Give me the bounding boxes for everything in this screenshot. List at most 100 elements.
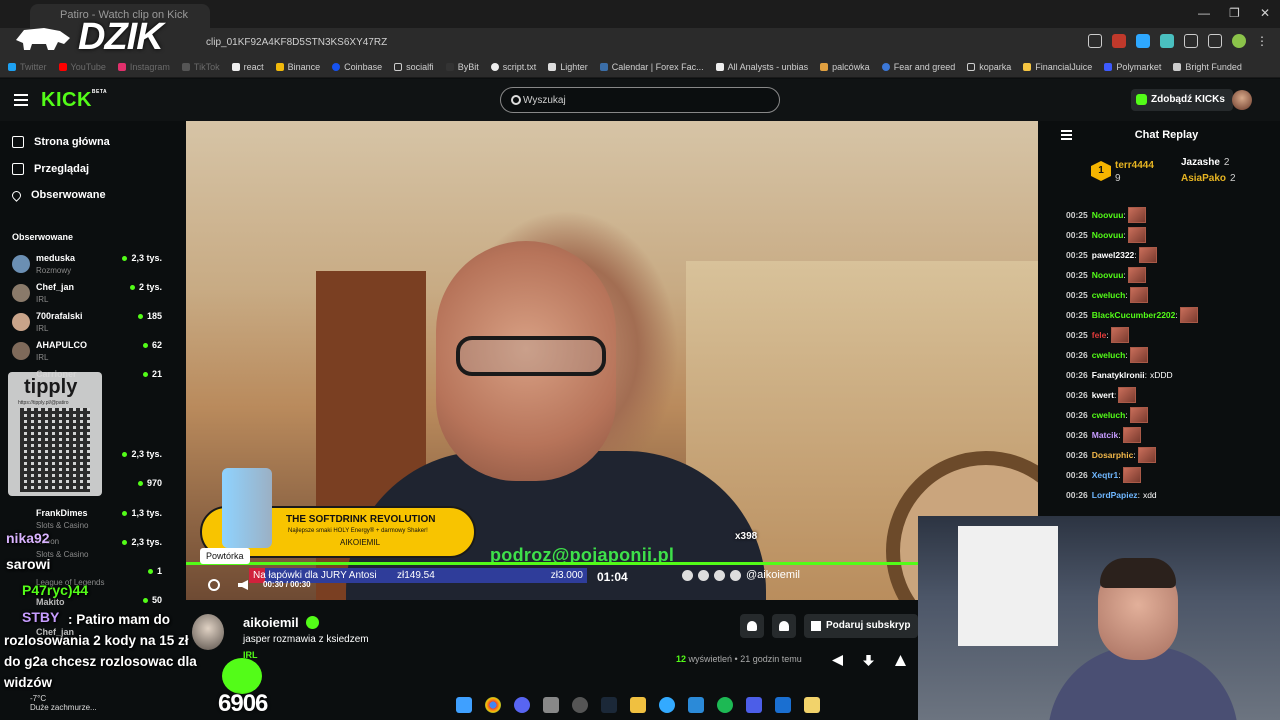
video-progress-bar[interactable] [186, 562, 1038, 565]
discord-icon[interactable] [514, 697, 530, 713]
bookmark[interactable]: Lighter [548, 62, 588, 72]
chat-username[interactable]: Dosarphic [1092, 450, 1134, 460]
chat-timestamp: 00:26 [1066, 490, 1088, 500]
bookmark[interactable]: script.txt [490, 62, 536, 72]
chat-username[interactable]: Noovuu [1092, 230, 1124, 240]
bookmark[interactable]: Fear and greed [881, 62, 955, 72]
chat-emote-icon [1179, 307, 1198, 323]
bookmark[interactable]: All Analysts - unbias [715, 62, 808, 72]
nav-browse[interactable]: Przeglądaj [12, 163, 89, 175]
minimize-icon[interactable]: — [1198, 6, 1210, 20]
video-player[interactable]: THE SOFTDRINK REVOLUTION Najlepsze smaki… [186, 121, 1038, 600]
chat-username[interactable]: fele [1092, 330, 1107, 340]
extension-icon[interactable] [1136, 34, 1150, 48]
chrome-icon[interactable] [485, 697, 501, 713]
bookmark-folder[interactable]: socialfi [394, 62, 434, 72]
extension-icon[interactable] [1112, 34, 1126, 48]
chat-replay-panel: Chat Replay 1 terr4444 9 Jazashe 2 AsiaPa… [1053, 121, 1280, 516]
steam-icon[interactable] [601, 697, 617, 713]
replay-tooltip: Powtórka [200, 548, 250, 564]
app-icon[interactable] [746, 697, 762, 713]
app-icon[interactable] [775, 697, 791, 713]
channel-info: aikoiemil jasper rozmawia z ksiedzem IRL… [186, 600, 918, 690]
spotify-icon[interactable] [717, 697, 733, 713]
chat-username[interactable]: pawel2322 [1092, 250, 1135, 260]
bookmark[interactable]: Polymarket [1104, 62, 1161, 72]
top-gifter[interactable]: Jazashe 2 [1181, 157, 1229, 168]
bookmark[interactable]: Calendar | Forex Fac... [599, 62, 704, 72]
kick-logo[interactable]: KICKBETA [41, 89, 107, 112]
bookmark[interactable]: YouTube [58, 62, 106, 72]
extensions-puzzle-icon[interactable] [1184, 34, 1198, 48]
channel-name[interactable]: aikoiemil [243, 615, 299, 630]
bookmark[interactable]: FinancialJuice [1023, 62, 1092, 72]
chat-username[interactable]: cweluch [1092, 290, 1126, 300]
chat-emote-icon [1118, 387, 1137, 403]
bookmark[interactable]: Bright Funded [1173, 62, 1242, 72]
download-icon[interactable] [863, 655, 874, 666]
volume-icon[interactable] [238, 580, 248, 590]
extension-icons: ⋮ [1088, 34, 1270, 48]
bookmark[interactable]: Coinbase [332, 62, 382, 72]
app-icon[interactable] [543, 697, 559, 713]
chat-username[interactable]: kwert [1092, 390, 1114, 400]
follow-button[interactable] [772, 614, 796, 638]
close-window-icon[interactable]: ✕ [1260, 6, 1270, 20]
chat-username[interactable]: cweluch [1092, 350, 1126, 360]
followed-channel[interactable]: AHAPULCO IRL 62 [12, 338, 162, 366]
chat-username[interactable]: Fanatyklronii [1092, 370, 1145, 380]
followed-channel[interactable]: Chef_jan IRL 2 tys. [12, 280, 162, 308]
bookmark-folder[interactable]: koparka [967, 62, 1011, 72]
top-gifter[interactable]: AsiaPako 2 [1181, 173, 1236, 184]
bookmark[interactable]: ByBit [445, 62, 479, 72]
get-kicks-button[interactable]: Zdobądź KICKs [1131, 89, 1233, 111]
gift-sub-button[interactable]: Podaruj subskryp [804, 614, 918, 638]
more-menu-icon[interactable]: ⋮ [1256, 34, 1270, 48]
chat-username[interactable]: LordPapiez [1092, 490, 1138, 500]
top-gifters: 1 terr4444 9 Jazashe 2 AsiaPako 2 [1091, 157, 1271, 189]
bookmark[interactable]: Instagram [117, 62, 170, 72]
share-icon[interactable] [832, 655, 843, 666]
channel-avatar [12, 284, 30, 302]
file-explorer-icon[interactable] [630, 697, 646, 713]
kick-coin-icon [1136, 94, 1147, 105]
maximize-icon[interactable]: ❐ [1229, 6, 1240, 20]
search-input[interactable] [523, 92, 763, 108]
obs-icon[interactable] [572, 697, 588, 713]
replay-icon[interactable] [208, 579, 220, 591]
url-text[interactable]: clip_01KF92A4KF8D5STN3KS6XY47RZ [206, 37, 387, 48]
search-box[interactable] [500, 87, 780, 113]
reading-list-icon[interactable] [1208, 34, 1222, 48]
hamburger-menu-icon[interactable] [14, 94, 28, 106]
chat-username[interactable]: BlackCucumber2202 [1092, 310, 1176, 320]
followed-channel[interactable]: 700rafalski IRL 185 [12, 309, 162, 337]
rank-badge: 1 [1091, 161, 1111, 181]
bookmark-star-icon[interactable] [1088, 34, 1102, 48]
app-icon[interactable] [688, 697, 704, 713]
user-avatar[interactable] [1232, 90, 1252, 110]
chat-username[interactable]: Noovuu [1092, 210, 1124, 220]
followed-channel[interactable]: meduska Rozmowy 2,3 tys. [12, 251, 162, 279]
top-gifter[interactable]: terr4444 [1115, 160, 1154, 171]
windows-start-icon[interactable] [456, 697, 472, 713]
nav-home[interactable]: Strona główna [12, 136, 110, 148]
chat-username[interactable]: Xeqtr1 [1092, 470, 1118, 480]
kick-header: KICKBETA Zdobądź KICKs [0, 79, 1280, 121]
notifications-button[interactable] [740, 614, 764, 638]
app-icon[interactable] [659, 697, 675, 713]
profile-icon[interactable] [1232, 34, 1246, 48]
bookmark[interactable]: react [231, 62, 264, 72]
notepad-icon[interactable] [804, 697, 820, 713]
chat-message: 00:26 Dosarphic: [1066, 447, 1156, 463]
bookmark[interactable]: TikTok [181, 62, 220, 72]
bookmark[interactable]: palcówka [820, 62, 870, 72]
chat-username[interactable]: cweluch [1092, 410, 1126, 420]
nav-following[interactable]: Obserwowane [10, 188, 106, 202]
chat-username[interactable]: Noovuu [1092, 270, 1124, 280]
chat-username[interactable]: Matcik [1092, 430, 1118, 440]
bookmark[interactable]: Binance [275, 62, 320, 72]
home-icon [12, 136, 24, 148]
report-icon[interactable] [895, 655, 906, 666]
bookmark[interactable]: Twitter [8, 62, 47, 72]
extension-icon[interactable] [1160, 34, 1174, 48]
